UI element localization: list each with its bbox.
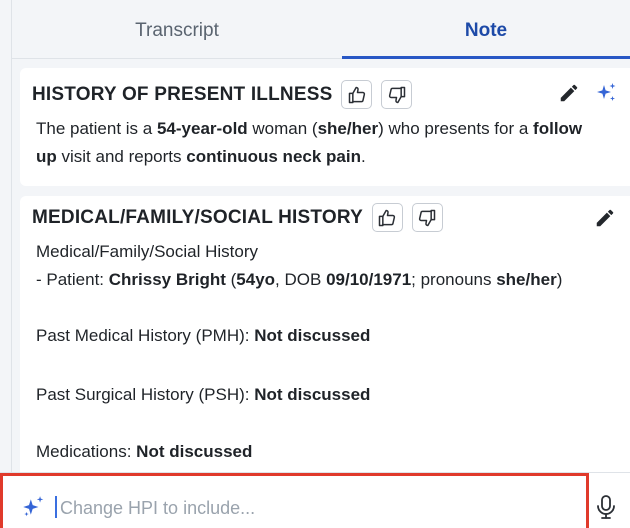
hpi-title: HISTORY OF PRESENT ILLNESS [32,83,333,105]
hpi-edit-pencil-icon[interactable] [558,82,580,104]
mfsh-patient-line: - Patient: Chrissy Bright (54yo, DOB 09/… [36,270,563,289]
left-pane-edge [0,0,12,528]
mfsh-thumbs-down-button[interactable] [411,203,443,232]
hpi-section: HISTORY OF PRESENT ILLNESS The patient i… [20,68,630,186]
ai-sparkle-icon [23,496,44,517]
mfsh-subtitle: Medical/Family/Social History [36,242,258,261]
microphone-icon[interactable] [594,494,618,520]
hpi-thumbs-up-button[interactable] [341,80,373,109]
hpi-thumbs-down-button[interactable] [381,80,413,109]
hpi-line-1: The patient is a 54-year-old woman (she/… [36,119,583,138]
mfsh-thumbs-up-button[interactable] [371,203,403,232]
text-caret [55,496,57,518]
mfsh-pmh-line: Past Medical History (PMH): Not discusse… [36,326,371,345]
prompt-bar [0,472,630,528]
thumbs-up-icon [348,86,366,103]
tab-transcript[interactable]: Transcript [12,0,342,62]
hpi-ai-sparkle-icon[interactable] [594,81,618,105]
thumbs-up-icon [379,209,396,226]
active-tab-indicator [342,56,630,59]
mfsh-meds-line: Medications: Not discussed [36,442,253,461]
mfsh-psh-line: Past Surgical History (PSH): Not discuss… [36,385,371,404]
change-hpi-input[interactable] [60,495,560,521]
tab-bar: Transcript Note [12,0,630,62]
mfsh-section: MEDICAL/FAMILY/SOCIAL HISTORY Medical/Fa… [20,196,630,486]
tab-note[interactable]: Note [342,0,630,62]
mfsh-edit-pencil-icon[interactable] [594,207,616,229]
thumbs-down-icon [388,86,406,103]
mfsh-title: MEDICAL/FAMILY/SOCIAL HISTORY [32,206,363,228]
thumbs-down-icon [419,209,436,226]
hpi-line-2: up visit and reports continuous neck pai… [36,147,366,166]
hpi-header: HISTORY OF PRESENT ILLNESS [32,80,413,109]
note-panel: Transcript Note HISTORY OF PRESENT ILLNE… [0,0,630,528]
mfsh-header: MEDICAL/FAMILY/SOCIAL HISTORY [32,203,443,232]
